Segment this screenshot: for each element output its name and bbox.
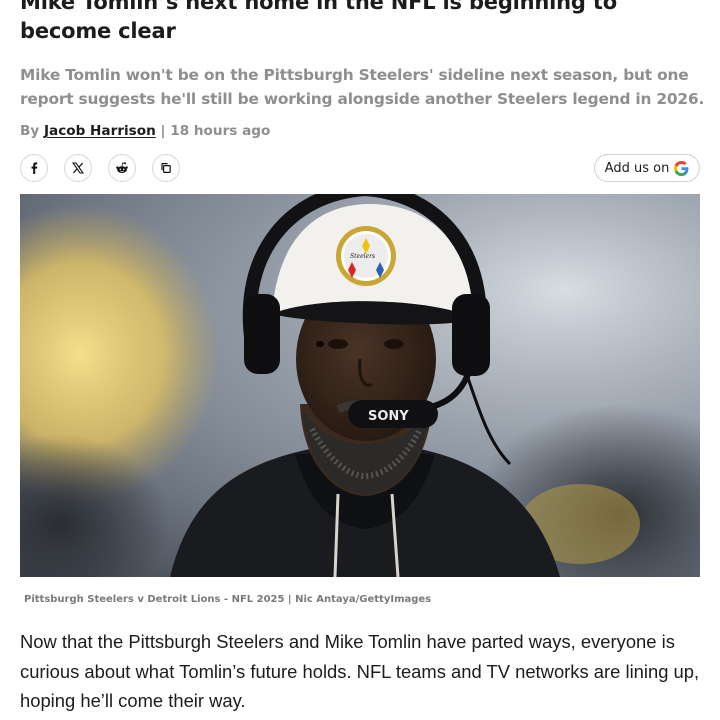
- share-x-button[interactable]: [64, 154, 92, 182]
- byline-prefix: By: [20, 123, 40, 139]
- author-link[interactable]: Jacob Harrison: [44, 123, 156, 139]
- timestamp: 18 hours ago: [170, 123, 271, 139]
- copy-link-icon: [161, 163, 171, 174]
- add-us-on-google-button[interactable]: Add us on: [594, 154, 700, 182]
- facebook-icon: [31, 162, 38, 174]
- x-icon: [72, 162, 84, 174]
- cap-logo-text: Steelers: [350, 253, 375, 260]
- article-body-paragraph: Now that the Pittsburgh Steelers and Mik…: [20, 631, 700, 711]
- share-facebook-button[interactable]: [20, 154, 48, 182]
- article-headline: Mike Tomlin’s next home in the NFL is be…: [20, 0, 617, 43]
- headset-logo-text: SONY: [368, 409, 409, 424]
- coach-photo-illustration: Steelers SONY: [20, 194, 700, 577]
- google-icon: [674, 160, 689, 176]
- article-subheadline: Mike Tomlin won't be on the Pittsburgh S…: [20, 66, 705, 108]
- share-reddit-button[interactable]: [108, 154, 136, 182]
- copy-link-button[interactable]: [152, 154, 180, 182]
- share-buttons: [20, 154, 180, 182]
- add-us-label: Add us on: [604, 160, 670, 176]
- article-photo: Steelers SONY: [20, 194, 700, 577]
- reddit-icon: [116, 162, 128, 173]
- byline-separator: |: [160, 123, 166, 139]
- photo-caption: Pittsburgh Steelers v Detroit Lions - NF…: [24, 594, 432, 605]
- byline: By Jacob Harrison | 18 hours ago: [20, 121, 270, 141]
